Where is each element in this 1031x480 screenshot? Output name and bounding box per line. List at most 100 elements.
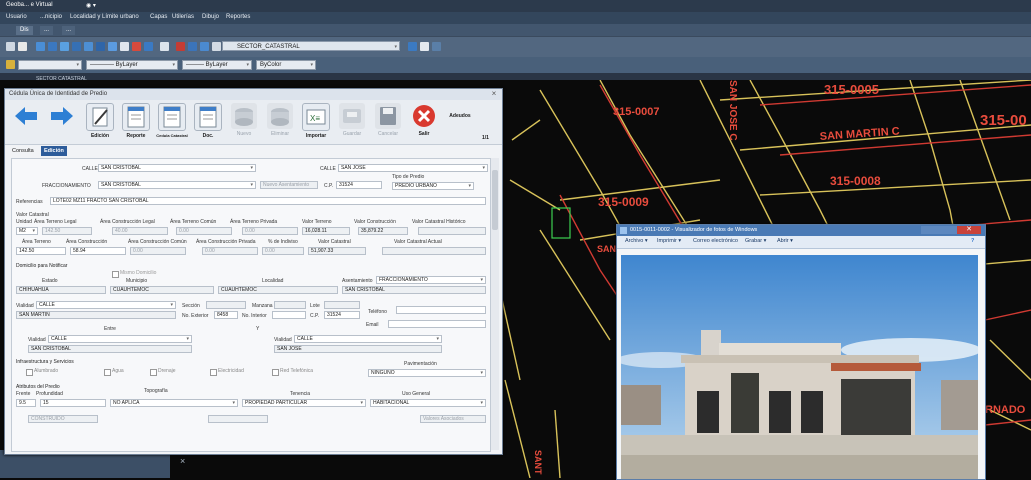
asentamiento-type-select[interactable]: FRACCIONAMIENTO xyxy=(376,276,486,284)
partial-field-2[interactable] xyxy=(208,415,268,423)
area-terreno-privada-field[interactable]: 0.00 xyxy=(242,227,298,235)
tool-icon-2[interactable] xyxy=(48,42,57,51)
minimize-button[interactable] xyxy=(921,226,939,234)
dialog-scrollbar-thumb[interactable] xyxy=(492,170,498,230)
red-telefonica-checkbox[interactable] xyxy=(272,369,279,376)
seccion-field[interactable] xyxy=(206,301,246,309)
doc-button[interactable]: Doc. xyxy=(191,103,225,143)
area-terreno-field[interactable]: 142.50 xyxy=(16,247,66,255)
electricidad-checkbox[interactable] xyxy=(210,369,217,376)
viewer-menu-grabar[interactable]: Grabar ▾ xyxy=(745,238,766,244)
linetype-select[interactable]: ———— ByLayer xyxy=(86,60,178,70)
layer-select[interactable]: SECTOR_CATASTRAL xyxy=(222,41,400,52)
delete-button[interactable]: Eliminar xyxy=(263,103,297,143)
exit-button[interactable]: Salir xyxy=(407,103,441,143)
nuevo-asentamiento-button[interactable]: Nuevo Asentamiento xyxy=(260,181,318,189)
valor-catastral-actual-field[interactable] xyxy=(382,247,486,255)
cancel-button[interactable]: Cancelar xyxy=(371,103,405,143)
layer-tool-icon-3[interactable] xyxy=(432,42,441,51)
menu-reportes[interactable]: Reportes xyxy=(226,14,250,20)
maximize-button[interactable] xyxy=(939,226,957,234)
viewer-menu-abrir[interactable]: Abrir ▾ xyxy=(777,238,793,244)
lote-field[interactable] xyxy=(324,301,360,309)
calle1-select[interactable]: SAN CRISTOBAL xyxy=(98,164,256,172)
drenaje-checkbox[interactable] xyxy=(150,369,157,376)
viewer-close-icon[interactable]: ✕ xyxy=(957,226,981,234)
unidad-select[interactable]: M2 xyxy=(16,227,38,235)
tool-icon-10[interactable] xyxy=(144,42,153,51)
viewer-menu-archivo[interactable]: Archivo ▾ xyxy=(625,238,648,244)
menu-utilerias[interactable]: Utilerías xyxy=(172,14,194,20)
tab-consulta[interactable]: Consulta xyxy=(9,146,37,156)
forward-button[interactable] xyxy=(45,103,79,143)
menu-dibujo[interactable]: Dibujo xyxy=(202,14,219,20)
localidad-field[interactable]: CUAUHTEMOC xyxy=(218,286,338,294)
telefono-field[interactable] xyxy=(396,306,486,314)
color-select[interactable] xyxy=(18,60,82,70)
viewer-menu-correo[interactable]: Correo electrónico xyxy=(693,238,738,244)
area-terreno-comun-field[interactable]: 0.00 xyxy=(176,227,232,235)
lineweight-select[interactable]: ——— ByLayer xyxy=(182,60,252,70)
valor-terreno-field[interactable]: 16,028.11 xyxy=(302,227,350,235)
uso-general-select[interactable]: HABITACIONAL xyxy=(370,399,486,407)
tipo-predio-select[interactable]: PREDIO URBANO xyxy=(392,182,474,190)
report-button[interactable]: Reporte xyxy=(119,103,153,143)
back-button[interactable] xyxy=(9,103,43,143)
tool-icon-6[interactable] xyxy=(96,42,105,51)
valor-construccion-field[interactable]: 35,879.22 xyxy=(358,227,408,235)
calle2-select[interactable]: SAN JOSE xyxy=(338,164,488,172)
dialog-scrollbar[interactable] xyxy=(490,158,499,450)
vialidad-type-select[interactable]: CALLE xyxy=(36,301,176,309)
vialidad-field[interactable]: SAN MARTIN xyxy=(16,311,176,319)
mismo-domicilio-checkbox[interactable] xyxy=(112,271,119,278)
tool-icon-12[interactable] xyxy=(176,42,185,51)
entre1-type-select[interactable]: CALLE xyxy=(48,335,192,343)
area-construccion-legal-field[interactable]: 40.00 xyxy=(112,227,168,235)
area-terreno-legal-field[interactable]: 142.50 xyxy=(42,227,92,235)
tool-icon-15[interactable] xyxy=(212,42,221,51)
no-exterior-field[interactable]: 8458 xyxy=(214,311,238,319)
fracc-select[interactable]: SAN CRISTOBAL xyxy=(98,181,256,189)
tab-edicion[interactable]: Edición xyxy=(41,146,67,156)
new-button[interactable]: Nuevo xyxy=(227,103,261,143)
email-field[interactable] xyxy=(388,320,486,328)
tool-icon-4[interactable] xyxy=(72,42,81,51)
tool-icon-14[interactable] xyxy=(200,42,209,51)
adeudos-button[interactable]: Adeudos xyxy=(443,103,477,143)
municipio-field[interactable]: CUAUHTEMOC xyxy=(110,286,214,294)
no-interior-field[interactable] xyxy=(272,311,306,319)
tool-icon-13[interactable] xyxy=(188,42,197,51)
ribbon-tab-dibujo[interactable]: Dis xyxy=(16,26,33,35)
ribbon-tab-2[interactable]: ... xyxy=(40,26,54,35)
new-icon[interactable] xyxy=(6,42,15,51)
menu-usuario[interactable]: Usuario xyxy=(6,14,27,20)
tool-icon-3[interactable] xyxy=(60,42,69,51)
menu-municipio[interactable]: ...nicipio xyxy=(40,14,62,20)
tool-icon-1[interactable] xyxy=(36,42,45,51)
save-button[interactable]: Guardar xyxy=(335,103,369,143)
estado-field[interactable]: CHIHUAHUA xyxy=(16,286,106,294)
menu-capas[interactable]: Capas xyxy=(150,14,167,20)
manzana-field[interactable] xyxy=(274,301,306,309)
tenencia-select[interactable]: PROPIEDAD PARTICULAR xyxy=(242,399,366,407)
viewer-menu-imprimir[interactable]: Imprimir ▾ xyxy=(657,238,681,244)
cp2-field[interactable]: 31524 xyxy=(324,311,360,319)
layer-tool-icon-1[interactable] xyxy=(408,42,417,51)
area-construccion-privada-field[interactable]: 0.00 xyxy=(202,247,258,255)
ribbon-tab-3[interactable]: ... xyxy=(62,26,76,35)
help-icon[interactable]: ? xyxy=(971,238,974,244)
layer-tool-icon-2[interactable] xyxy=(420,42,429,51)
cedula-button[interactable]: Cedula Catastral xyxy=(155,103,189,143)
tool-icon-5[interactable] xyxy=(84,42,93,51)
edit-button[interactable]: Edición xyxy=(83,103,117,143)
agua-checkbox[interactable] xyxy=(104,369,111,376)
tool-icon-11[interactable] xyxy=(160,42,169,51)
close-icon[interactable]: × xyxy=(489,89,499,99)
frente-field[interactable]: 9.5 xyxy=(16,399,36,407)
area-construccion-field[interactable]: 58.94 xyxy=(70,247,126,255)
referencias-field[interactable]: LOTE02 MZ11 FRACTO SAN CRISTOBAL xyxy=(50,197,486,205)
open-icon[interactable] xyxy=(18,42,27,51)
estado-construccion-field[interactable]: CONSTRUIDO xyxy=(28,415,98,423)
entre1-field[interactable]: SAN CRISTOBAL xyxy=(28,345,192,353)
properties-icon[interactable] xyxy=(6,60,15,69)
